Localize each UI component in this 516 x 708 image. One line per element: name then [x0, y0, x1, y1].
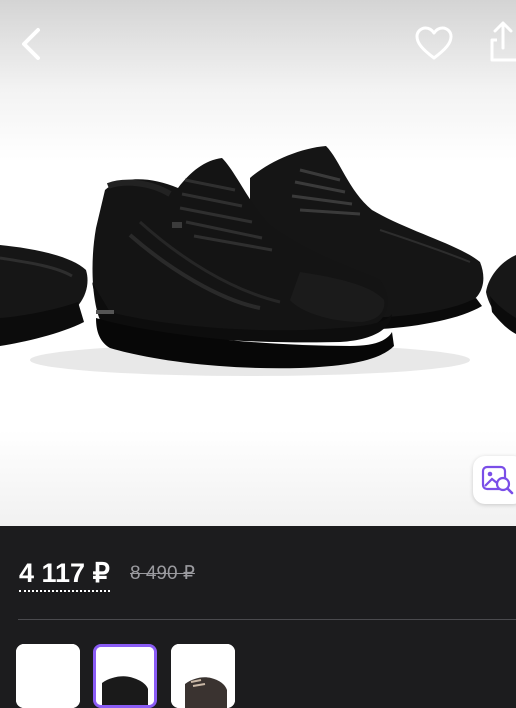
- product-image-gallery[interactable]: [0, 0, 516, 526]
- thumbnail-image: [16, 644, 80, 708]
- heart-outline-icon: [415, 26, 453, 60]
- thumbnail-image: [96, 647, 154, 705]
- share-icon: [490, 21, 516, 62]
- current-price[interactable]: 4 117 ₽: [19, 556, 110, 592]
- thumbnail-2[interactable]: [93, 644, 157, 708]
- old-price: 8 490 ₽: [130, 563, 195, 584]
- divider: [18, 619, 516, 620]
- image-search-icon: [481, 465, 514, 495]
- thumbnail-3[interactable]: [171, 644, 235, 708]
- share-button[interactable]: [486, 18, 516, 64]
- chevron-left-icon: [22, 28, 40, 60]
- thumbnail-1[interactable]: [16, 644, 80, 708]
- product-photo-shoes: [0, 146, 516, 376]
- thumbnail-image: [171, 644, 235, 708]
- favorite-button[interactable]: [414, 24, 454, 64]
- back-button[interactable]: [14, 24, 50, 64]
- visual-search-button[interactable]: [473, 456, 516, 504]
